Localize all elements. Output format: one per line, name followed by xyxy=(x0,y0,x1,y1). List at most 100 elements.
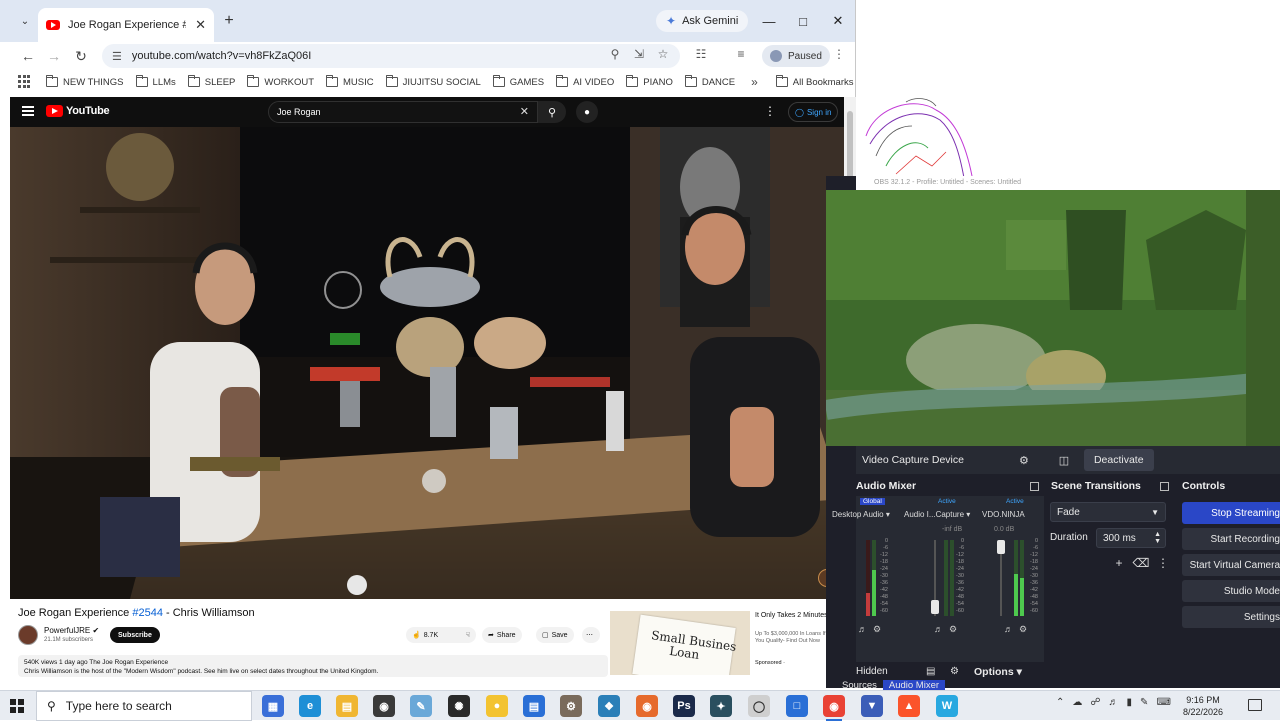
speaker-icon[interactable]: ♬ xyxy=(934,624,943,635)
channel-settings-icon[interactable]: ⚙ xyxy=(1019,624,1027,635)
video-player[interactable] xyxy=(10,127,844,599)
davinci-app-icon[interactable]: ✦ xyxy=(710,695,732,717)
minimize-icon[interactable]: — xyxy=(758,10,780,32)
reload-icon[interactable]: ↻ xyxy=(71,46,91,66)
advanced-settings-gear-icon[interactable]: ⚙ xyxy=(950,666,959,677)
mixer-tab-active-2[interactable]: Active xyxy=(1006,498,1024,505)
mixer-channel-desktop-audio[interactable]: Desktop Audio ▾ xyxy=(832,510,890,519)
tray-overflow-chevron-icon[interactable]: ⌃ xyxy=(1056,697,1064,708)
pen-icon[interactable]: ✎ xyxy=(1140,697,1148,708)
bookmark-folder-jiujitsu-social[interactable]: JIUJITSU SOCIAL xyxy=(385,75,481,88)
file-explorer-icon[interactable]: ▤ xyxy=(336,695,358,717)
install-app-icon[interactable]: ⇲ xyxy=(631,46,647,62)
brave-browser-icon[interactable]: ▲ xyxy=(898,695,920,717)
address-bar[interactable]: ☰ youtube.com/watch?v=vh8FkZaQ06I xyxy=(102,44,680,68)
channel-name[interactable]: PowerfulJRE ✔ xyxy=(44,626,99,635)
obs-preview[interactable] xyxy=(826,190,1280,446)
mixer-tab-active-1[interactable]: Active xyxy=(938,498,956,505)
bookmark-folder-piano[interactable]: PIANO xyxy=(626,75,673,88)
back-arrow-icon[interactable]: ← xyxy=(18,46,38,66)
subscribe-button[interactable]: Subscribe xyxy=(110,627,160,643)
mixer-channel-audio-capture[interactable]: Audio I...Capture ▾ xyxy=(904,510,970,519)
volume-fader[interactable] xyxy=(997,540,1005,616)
clear-search-icon[interactable]: ✕ xyxy=(520,105,529,118)
mixer-channel-vdo-ninja[interactable]: VDO.NINJA xyxy=(982,510,1025,519)
photoshop-icon[interactable]: Ps xyxy=(673,695,695,717)
tab-close-icon[interactable]: ✕ xyxy=(195,17,206,33)
all-bookmarks-folder[interactable]: All Bookmarks xyxy=(775,75,854,88)
network-app-icon[interactable]: ❖ xyxy=(598,695,620,717)
settings-kebab-icon[interactable]: ⋮ xyxy=(764,104,776,118)
dislike-thumb-icon[interactable]: ☟ xyxy=(466,631,470,639)
onedrive-cloud-icon[interactable]: ☁ xyxy=(1072,697,1082,708)
fader-knob[interactable] xyxy=(931,600,939,614)
windsurf-app-icon[interactable]: W xyxy=(936,695,958,717)
url-text[interactable]: youtube.com/watch?v=vh8FkZaQ06I xyxy=(132,50,311,62)
settings-button[interactable]: Settings xyxy=(1182,606,1280,628)
extensions-puzzle-icon[interactable]: ☷ xyxy=(693,46,709,62)
channel-settings-icon[interactable]: ⚙ xyxy=(949,624,957,635)
battery-icon[interactable]: ▮ xyxy=(1127,697,1133,708)
deactivate-button[interactable]: Deactivate xyxy=(1083,449,1154,471)
bookmark-folder-new-things[interactable]: NEW THINGS xyxy=(46,75,124,88)
ad-headline[interactable]: It Only Takes 2 Minutes xyxy=(755,611,833,620)
search-icon[interactable]: ⚲ xyxy=(538,101,566,123)
filters-icon[interactable]: ▤ xyxy=(926,666,935,677)
options-dropdown[interactable]: Options ▾ xyxy=(974,666,1022,678)
title-hashtag-link[interactable]: #2544 xyxy=(132,607,163,619)
bookmark-folder-games[interactable]: GAMES xyxy=(492,75,544,88)
voice-search-mic-icon[interactable]: ● xyxy=(576,101,598,123)
like-thumb-icon[interactable]: ☝ xyxy=(412,631,421,639)
forward-arrow-icon[interactable]: → xyxy=(44,46,64,66)
more-actions-icon[interactable]: ⋯ xyxy=(582,627,600,643)
paint-app-icon[interactable]: ✎ xyxy=(410,695,432,717)
site-info-icon[interactable]: ☰ xyxy=(112,50,122,63)
window-app-icon[interactable]: □ xyxy=(786,695,808,717)
bookmarks-overflow-chevron-icon[interactable]: » xyxy=(751,75,758,89)
network-icon[interactable]: ☍ xyxy=(1090,697,1100,708)
maximize-icon[interactable]: □ xyxy=(792,10,814,32)
bookmark-folder-dance[interactable]: DANCE xyxy=(684,75,735,88)
transition-select[interactable]: Fade ▼ xyxy=(1050,502,1166,522)
media-app-icon[interactable]: ◯ xyxy=(748,695,770,717)
profile-paused-chip[interactable]: Paused xyxy=(762,45,830,67)
description-box[interactable]: 540K views 1 day ago The Joe Rogan Exper… xyxy=(18,655,608,677)
stepper-arrows-icon[interactable]: ▲ ▼ xyxy=(1154,531,1161,545)
close-window-icon[interactable]: ✕ xyxy=(827,10,849,32)
firefox-icon[interactable]: ◉ xyxy=(636,695,658,717)
chrome-menu-kebab-icon[interactable]: ⋮ xyxy=(831,46,847,62)
sign-in-button[interactable]: ◯ Sign in xyxy=(788,102,839,122)
tab-search-chevron-icon[interactable]: ⌄ xyxy=(16,12,34,30)
bookmark-folder-music[interactable]: MUSIC xyxy=(326,75,374,88)
channel-settings-icon[interactable]: ⚙ xyxy=(873,624,881,635)
notifications-icon[interactable] xyxy=(1248,699,1262,711)
bookmark-folder-llms[interactable]: LLMs xyxy=(135,75,176,88)
search-lens-icon[interactable]: ⚲ xyxy=(607,46,623,62)
speaker-icon[interactable]: ♬ xyxy=(1004,624,1013,635)
add-transition-plus-icon[interactable]: + xyxy=(1110,554,1128,572)
sponsored-ad[interactable]: Small Busines Loan It Only Takes 2 Minute… xyxy=(610,611,840,679)
taskbar-clock[interactable]: 9:16 PM 8/22/2026 xyxy=(1172,694,1234,718)
transition-more-kebab-icon[interactable]: ⋮ xyxy=(1154,554,1172,572)
fader-knob[interactable] xyxy=(997,540,1005,554)
ad-thumbnail[interactable]: Small Busines Loan xyxy=(610,611,750,675)
youtube-search-input[interactable]: Joe Rogan ✕ xyxy=(268,101,538,123)
lightbulb-app-icon[interactable]: ● xyxy=(486,695,508,717)
stop-streaming-button[interactable]: Stop Streaming xyxy=(1182,502,1280,524)
tab-youtube[interactable]: Joe Rogan Experience #2544 ✕ xyxy=(38,8,214,42)
volume-speaker-icon[interactable]: ♬ xyxy=(1109,697,1119,708)
vpn-app-icon[interactable]: ▼ xyxy=(861,695,883,717)
task-view-icon[interactable]: ▦ xyxy=(262,695,284,717)
channel-avatar[interactable] xyxy=(18,625,38,645)
bookmark-folder-workout[interactable]: WORKOUT xyxy=(247,75,314,88)
media-controls-icon[interactable]: ≡ xyxy=(733,46,749,62)
settings-gear-app-icon[interactable]: ⚙ xyxy=(560,695,582,717)
windows-start-icon[interactable] xyxy=(10,699,24,713)
language-icon[interactable]: ⌨ xyxy=(1156,697,1170,708)
studio-mode-button[interactable]: Studio Mode xyxy=(1182,580,1280,602)
like-count[interactable]: 8.7K xyxy=(424,632,438,639)
bookmark-folder-sleep[interactable]: SLEEP xyxy=(187,75,235,88)
bookmark-folder-ai-video[interactable]: AI VIDEO xyxy=(556,75,614,88)
audio-mixer-undock-icon[interactable] xyxy=(1030,482,1039,491)
duration-stepper[interactable]: 300 ms ▲ ▼ xyxy=(1096,528,1166,548)
